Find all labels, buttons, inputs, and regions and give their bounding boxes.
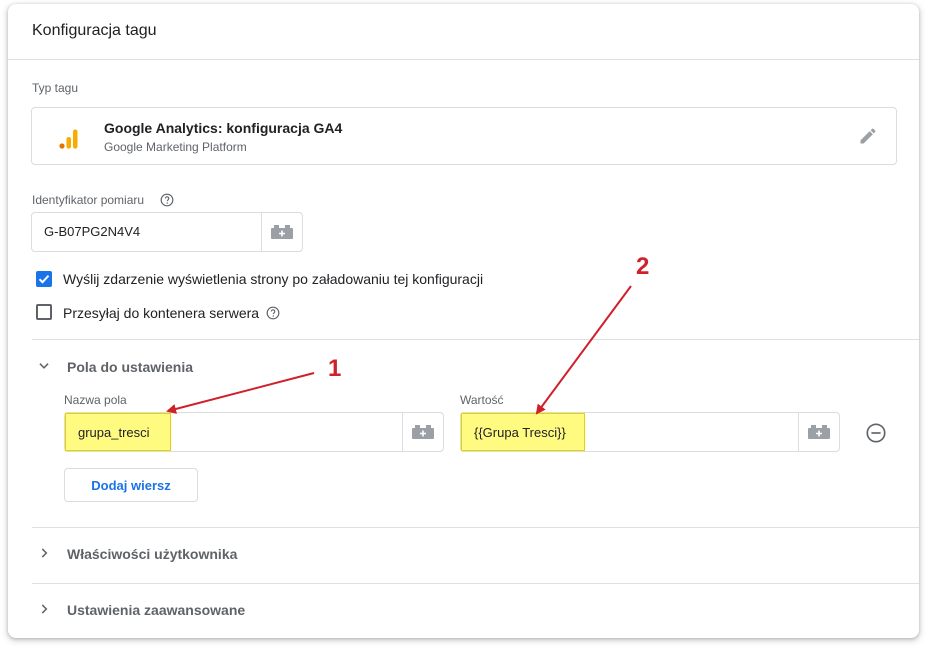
annotation-number-2: 2 bbox=[636, 253, 650, 280]
annotation-arrow-2 bbox=[535, 285, 632, 415]
annotation-arrow-1 bbox=[166, 372, 315, 414]
annotation-number-1: 1 bbox=[328, 355, 342, 382]
annotation-arrows bbox=[166, 285, 632, 415]
